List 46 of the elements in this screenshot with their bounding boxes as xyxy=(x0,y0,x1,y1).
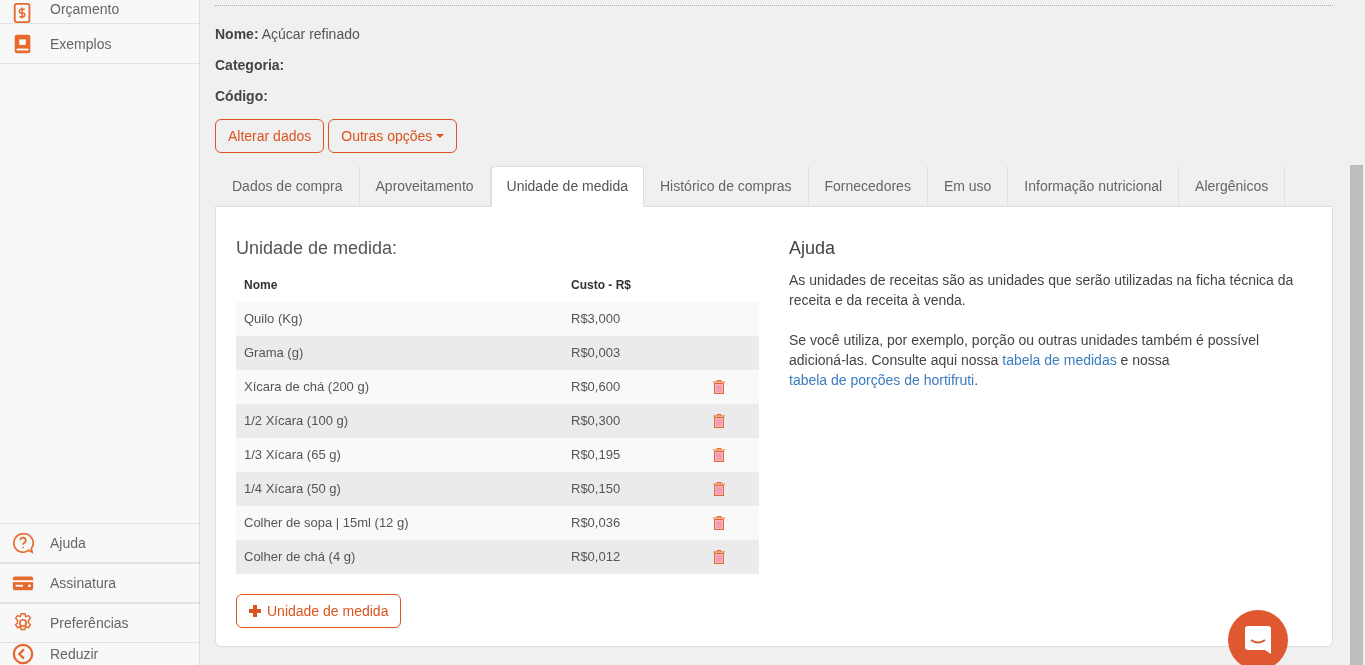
table-cell-text: Quilo (Kg) xyxy=(243,310,304,329)
delete-icon[interactable] xyxy=(713,414,725,428)
table-cell-text: Grama (g) xyxy=(243,344,305,363)
dropdown-button[interactable]: Outras opções xyxy=(328,119,458,153)
table-cell-text: Xícara de chá (200 g) xyxy=(243,378,371,397)
field-text: Nome: Açúcar refinado xyxy=(215,25,361,44)
table-cell-text: R$0,003 xyxy=(571,344,622,363)
table-cell-text: R$0,195 xyxy=(571,446,622,465)
edit-button[interactable]: Alterar dados xyxy=(215,119,325,153)
help-title: Ajuda xyxy=(789,237,837,260)
delete-icon[interactable] xyxy=(713,550,725,564)
sidebar-item[interactable]: Reduzir xyxy=(0,643,199,665)
table-cell-text: R$0,150 xyxy=(571,480,622,499)
field-text: Categoria: xyxy=(215,56,286,75)
sidebar-item[interactable]: Exemplos xyxy=(0,24,199,64)
tab[interactable]: Unidade de medida xyxy=(490,166,644,207)
link[interactable]: tabela de medidas xyxy=(1002,352,1117,368)
delete-icon[interactable] xyxy=(713,380,725,394)
delete-icon[interactable] xyxy=(713,516,725,530)
table-cell-text: R$3,000 xyxy=(571,310,622,329)
help-icon xyxy=(12,532,34,554)
table-cell-text: 1/4 Xícara (50 g) xyxy=(243,480,342,499)
sidebar-item[interactable]: Ajuda xyxy=(0,523,199,563)
column-header: Custo - R$ xyxy=(571,277,632,294)
section-title: Unidade de medida: xyxy=(236,237,399,260)
table-cell-text: R$0,300 xyxy=(571,412,622,431)
sidebar-item[interactable]: Assinatura xyxy=(0,563,199,603)
table-cell-text: R$0,012 xyxy=(571,548,622,567)
table-cell-text: Colher de chá (4 g) xyxy=(243,548,357,567)
table-cell-text: Colher de sopa | 15ml (12 g) xyxy=(243,514,410,533)
sidebar-item[interactable]: Orçamento xyxy=(0,0,199,24)
arrow-circle-icon xyxy=(12,643,34,665)
table-cell-text: R$0,600 xyxy=(571,378,622,397)
add-unit-button[interactable]: Unidade de medida xyxy=(236,594,402,628)
help-paragraph: As unidades de receitas são as unidades que serão utilizadas na ficha técnica da receita e da receita à venda. xyxy=(789,271,1295,310)
delete-icon[interactable] xyxy=(713,482,725,496)
delete-icon[interactable] xyxy=(713,448,725,462)
help-paragraph: Se você utiliza, por exemplo, porção ou outras unidades também é possível adicioná-las. Consulte aqui nossa tabela de medidas e nossa tabela de porções de hortifruti. xyxy=(789,331,1261,390)
table-cell-text: R$0,036 xyxy=(571,514,622,533)
field-text: Código: xyxy=(215,87,269,106)
table-cell-text: 1/2 Xícara (100 g) xyxy=(243,412,350,431)
plus-icon xyxy=(249,605,261,617)
sidebar-item[interactable]: Preferências xyxy=(0,603,199,643)
column-header: Nome xyxy=(243,277,279,294)
table-cell-text: 1/3 Xícara (65 g) xyxy=(243,446,342,465)
chat-icon xyxy=(1245,626,1271,654)
